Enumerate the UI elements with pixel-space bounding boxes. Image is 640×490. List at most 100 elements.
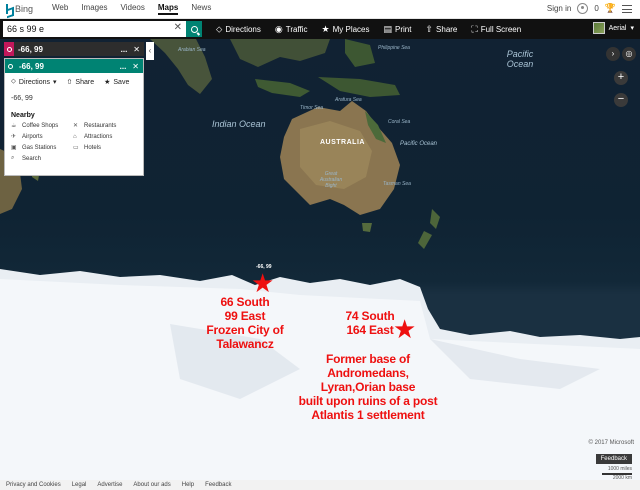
annotation-former-base: Former base of Andromedans, Lyran,Orian …: [282, 352, 454, 422]
nearby-label: Coffee Shops: [22, 122, 59, 129]
reward-count: 0: [594, 4, 599, 13]
search-button[interactable]: [186, 21, 202, 37]
search-icon: [190, 25, 198, 33]
my-places-label: My Places: [332, 24, 370, 34]
close-icon[interactable]: ✕: [133, 45, 140, 54]
share-button[interactable]: ⇧ Share: [425, 24, 457, 35]
annotation-frozen-city: 66 South 99 East Frozen City of Talawanc…: [196, 295, 294, 351]
annotation-1-line-3: Frozen City of: [206, 323, 284, 337]
nearby-search[interactable]: ⌕ Search: [11, 155, 73, 162]
search-icon: ⌕: [11, 155, 15, 161]
nearby-coffee-shops[interactable]: ☕ Coffee Shops: [11, 122, 73, 130]
card-share-button[interactable]: ⇧ Share: [66, 78, 95, 87]
restaurant-icon: ✕: [73, 123, 79, 129]
chevron-down-icon: ▾: [630, 25, 634, 32]
copyright-text: © 2017 Microsoft: [588, 440, 634, 446]
annotation-1-line-4: Talawancz: [216, 337, 274, 351]
clear-search-icon[interactable]: ✕: [174, 22, 182, 33]
nearby-grid: ☕ Coffee Shops ✕ Restaurants ✈ Airports ⌂ At…: [5, 122, 143, 162]
zoom-in-button[interactable]: +: [614, 71, 628, 85]
annotation-2-line-2: 164 East: [346, 323, 394, 337]
zoom-out-button[interactable]: −: [614, 93, 628, 107]
more-options-icon[interactable]: ...: [121, 45, 128, 54]
nearby-label: Hotels: [84, 144, 102, 151]
bing-logo[interactable]: Bing: [0, 4, 52, 14]
annotation-coordinates-2: 74 South 164 East: [328, 309, 412, 337]
nearby-airports[interactable]: ✈ Airports: [11, 133, 73, 141]
star-marker-icon-1[interactable]: ★: [251, 270, 274, 296]
location-pin-icon: [5, 59, 15, 73]
nearby-hotels[interactable]: ▭ Hotels: [73, 144, 135, 152]
scale-top-label: 1000 miles: [607, 466, 632, 472]
footer-link-legal[interactable]: Legal: [72, 482, 87, 488]
directions-icon: ⬦: [11, 78, 16, 85]
nav-link-news[interactable]: News: [191, 3, 211, 15]
annotation-1-line-1: 66 South: [220, 295, 270, 309]
map-nav-controls: › ◎: [606, 47, 636, 61]
star-icon: ★: [104, 79, 111, 86]
footer-link-privacy[interactable]: Privacy and Cookies: [6, 482, 61, 488]
bing-logo-icon: [6, 4, 13, 14]
footer-link-about-ads[interactable]: About our ads: [133, 482, 170, 488]
strip-title: -66, 99: [18, 44, 43, 54]
search-box: ✕: [3, 21, 186, 37]
search-input[interactable]: [7, 24, 167, 34]
nearby-label: Airports: [22, 133, 43, 140]
traffic-button[interactable]: ◉ Traffic: [275, 24, 308, 35]
map-style-selector[interactable]: Aerial ▾: [592, 22, 634, 34]
hamburger-menu-icon[interactable]: [622, 4, 632, 13]
footer-link-advertise[interactable]: Advertise: [97, 482, 122, 488]
location-pin-icon: [4, 42, 14, 56]
card-close-icon[interactable]: ✕: [132, 62, 139, 71]
footer-link-feedback[interactable]: Feedback: [205, 482, 231, 488]
locate-me-icon[interactable]: ◎: [622, 47, 636, 61]
annotation-3-line-1: Former base of: [326, 352, 410, 366]
directions-button[interactable]: ⬦ Directions: [216, 24, 261, 35]
card-directions-button[interactable]: ⬦ Directions ▾: [11, 78, 57, 86]
footer: Privacy and Cookies Legal Advertise Abou…: [0, 480, 640, 490]
share-label: Share: [436, 24, 458, 34]
nav-link-videos[interactable]: Videos: [121, 3, 145, 15]
card-more-options-icon[interactable]: ...: [120, 62, 127, 71]
print-button[interactable]: ▤ Print: [384, 24, 412, 35]
star-icon: ★: [321, 23, 330, 34]
airport-icon: ✈: [11, 134, 17, 140]
nearby-attractions[interactable]: ⌂ Attractions: [73, 133, 135, 140]
logo-text: Bing: [15, 4, 34, 14]
nearby-restaurants[interactable]: ✕ Restaurants: [73, 122, 135, 130]
footer-link-help[interactable]: Help: [182, 482, 194, 488]
directions-label: Directions: [225, 24, 261, 34]
annotation-3-line-5: Atlantis 1 settlement: [311, 408, 425, 422]
share-icon: ⇧: [425, 23, 434, 34]
sign-in-link[interactable]: Sign in: [547, 4, 571, 13]
nav-link-web[interactable]: Web: [52, 3, 68, 15]
map-style-label: Aerial: [608, 24, 627, 32]
my-places-button[interactable]: ★ My Places: [322, 24, 370, 35]
full-screen-button[interactable]: ⛶ Full Screen: [471, 24, 521, 35]
card-save-button[interactable]: ★ Save: [104, 78, 130, 87]
card-share-label: Share: [75, 78, 95, 86]
fullscreen-icon: ⛶: [471, 23, 478, 34]
top-navigation: Bing Web Images Videos Maps News Sign in…: [0, 0, 640, 19]
user-icon[interactable]: [577, 3, 589, 14]
map-toolbar: ✕ ⬦ Directions ◉ Traffic ★ My Places ▤ P…: [0, 19, 640, 39]
nav-link-maps[interactable]: Maps: [157, 3, 179, 15]
expand-arrow-icon[interactable]: ›: [606, 47, 620, 61]
share-icon: ⇧: [66, 79, 73, 86]
card-title: -66, 99: [19, 61, 44, 71]
print-icon: ▤: [383, 23, 393, 34]
previous-result-strip[interactable]: -66, 99 ... ✕: [4, 42, 144, 56]
nearby-label: Restaurants: [84, 122, 117, 129]
directions-icon: ⬦: [216, 23, 223, 34]
nav-link-images[interactable]: Images: [81, 3, 107, 15]
location-card: -66, 99 ... ✕ ⬦ Directions ▾ ⇧ Share ★ Save …: [4, 58, 144, 176]
nearby-gas-stations[interactable]: ▣ Gas Stations: [11, 144, 73, 152]
annotation-2-line-1: 74 South: [345, 309, 395, 323]
rewards-icon[interactable]: 🏆: [605, 3, 616, 14]
card-save-label: Save: [113, 78, 130, 86]
collapse-panel-button[interactable]: ‹: [146, 42, 154, 60]
feedback-button[interactable]: Feedback: [595, 454, 632, 464]
nearby-heading: Nearby: [11, 112, 35, 119]
annotation-3-line-2: Andromedans,: [327, 366, 409, 380]
print-label: Print: [395, 24, 412, 34]
